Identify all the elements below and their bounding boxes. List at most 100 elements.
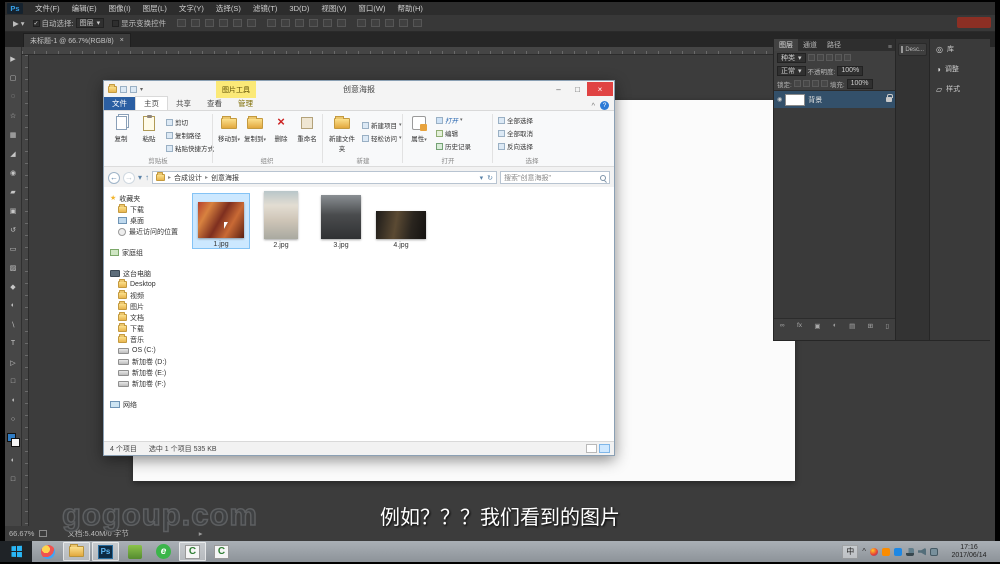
crop-tool[interactable]: ▦ (6, 125, 21, 144)
menu-filter[interactable]: 滤镜(T) (247, 3, 284, 14)
rename-button[interactable]: 重命名 (294, 115, 320, 143)
sidebar-item-network[interactable]: 网络 (104, 399, 192, 410)
taskbar-photoshop[interactable]: Ps (92, 542, 119, 561)
address-dropdown-icon[interactable]: ▾ (480, 174, 484, 182)
layer-row-background[interactable]: ◉ 背景 (774, 91, 895, 108)
taskbar-camtasia-1[interactable]: C (179, 542, 206, 561)
background-color-swatch[interactable] (11, 438, 20, 447)
3d-drag-icon[interactable] (385, 19, 394, 27)
history-brush-tool[interactable]: ↺ (6, 220, 21, 239)
file-item-3[interactable]: 3.jpg (312, 193, 370, 249)
taskbar-file-explorer[interactable] (63, 542, 90, 561)
tray-orange-icon[interactable] (882, 548, 890, 556)
adjustment-layer-icon[interactable]: ◐ (833, 322, 837, 329)
forward-button[interactable]: → (123, 172, 135, 184)
refresh-icon[interactable]: ↻ (487, 174, 493, 182)
lock-transparent-icon[interactable] (794, 80, 801, 87)
opacity-value[interactable]: 100% (837, 66, 863, 76)
zoom-tool[interactable]: ○ (6, 410, 21, 429)
menu-file[interactable]: 文件(F) (29, 3, 66, 14)
layer-mask-icon[interactable]: ▣ (814, 322, 820, 330)
quick-mask-button[interactable]: ◐ (6, 451, 21, 470)
menu-image[interactable]: 图像(I) (103, 3, 137, 14)
filter-smart-icon[interactable] (844, 54, 851, 61)
menu-edit[interactable]: 编辑(E) (66, 3, 103, 14)
styles-panel-button[interactable]: ▱ 样式 (930, 79, 990, 99)
distribute-top-icon[interactable] (267, 19, 276, 27)
clock[interactable]: 17:16 2017/06/14 (942, 544, 996, 560)
workspace-badge[interactable] (957, 17, 991, 28)
sidebar-item-homegroup[interactable]: 家庭组 (104, 247, 192, 258)
collapsed-panel-tab[interactable]: Desc... (898, 43, 927, 56)
3d-scale-icon[interactable] (413, 19, 422, 27)
dodge-tool[interactable]: ◐ (6, 296, 21, 315)
distribute-left-icon[interactable] (309, 19, 318, 27)
menu-window[interactable]: 窗口(W) (352, 3, 391, 14)
copy-button[interactable]: 复制 (108, 115, 134, 143)
document-tab[interactable]: 未标题-1 @ 66.7%(RGB/8) × (23, 33, 131, 47)
invert-selection-button[interactable]: 反向选择 (498, 141, 533, 151)
tab-manage[interactable]: 管理 (230, 97, 261, 110)
sidebar-item-this-pc[interactable]: 这台电脑 (104, 268, 192, 279)
libraries-panel-button[interactable]: ◎ 库 (930, 39, 990, 59)
tab-view[interactable]: 查看 (199, 97, 230, 110)
tab-file[interactable]: 文件 (104, 97, 135, 110)
delete-layer-icon[interactable]: ▯ (885, 322, 889, 330)
select-all-button[interactable]: 全部选择 (498, 115, 533, 125)
panel-menu-icon[interactable]: ≡ (888, 44, 895, 51)
sidebar-item-pictures[interactable]: 图片 (104, 301, 192, 312)
lock-pixels-icon[interactable] (803, 80, 810, 87)
paste-shortcut-button[interactable]: 粘贴快捷方式 (166, 143, 214, 153)
tab-channels[interactable]: 通道 (798, 39, 822, 51)
auto-select-checkbox[interactable]: ✓ (33, 20, 40, 27)
sidebar-item-documents[interactable]: 文档 (104, 312, 192, 323)
show-transform-checkbox[interactable] (112, 20, 119, 27)
thumbnails-view-button[interactable] (599, 444, 610, 453)
sidebar-item-videos[interactable]: 视频 (104, 290, 192, 301)
lock-position-icon[interactable] (812, 80, 819, 87)
network-icon[interactable] (906, 548, 914, 556)
align-left-icon[interactable] (177, 19, 186, 27)
sidebar-item-downloads[interactable]: 下载 (104, 204, 192, 215)
hand-tool[interactable]: ◖ (6, 391, 21, 410)
tab-layers[interactable]: 图层 (774, 39, 798, 51)
help-icon[interactable]: ? (600, 101, 609, 110)
copy-path-button[interactable]: 复制路径 (166, 130, 201, 140)
recent-locations-dropdown-icon[interactable]: ▾ (138, 173, 142, 182)
menu-type[interactable]: 文字(Y) (173, 3, 210, 14)
3d-roll-icon[interactable] (371, 19, 380, 27)
auto-select-dropdown[interactable]: 图层▾ (76, 18, 105, 28)
breadcrumb-folder-1[interactable]: 合成设计 (174, 173, 202, 183)
link-layers-icon[interactable]: ∞ (780, 322, 785, 329)
taskbar-internet-explorer[interactable]: e (150, 542, 177, 561)
paste-button[interactable]: 粘贴 (136, 115, 162, 143)
taskbar-green-app[interactable] (121, 542, 148, 561)
eraser-tool[interactable]: ▭ (6, 239, 21, 258)
blur-tool[interactable]: ◆ (6, 277, 21, 296)
close-button[interactable]: × (587, 82, 613, 96)
tab-share[interactable]: 共享 (168, 97, 199, 110)
move-tool[interactable]: ▶ (6, 49, 21, 68)
sidebar-item-recent-places[interactable]: 最近访问的位置 (104, 226, 192, 237)
lasso-tool[interactable]: ◌ (6, 87, 21, 106)
gradient-tool[interactable]: ▨ (6, 258, 21, 277)
delete-button[interactable]: × 删除 (268, 115, 294, 143)
menu-view[interactable]: 视图(V) (315, 3, 352, 14)
file-item-4[interactable]: 4.jpg (372, 193, 430, 249)
edit-button[interactable]: 编辑 (436, 128, 458, 138)
new-folder-button[interactable]: 新建文件夹 (326, 115, 358, 153)
align-middle-icon[interactable] (233, 19, 242, 27)
align-bottom-icon[interactable] (247, 19, 256, 27)
align-center-h-icon[interactable] (191, 19, 200, 27)
taskbar-camtasia-2[interactable]: C (208, 542, 235, 561)
select-none-button[interactable]: 全部取消 (498, 128, 533, 138)
minimize-button[interactable]: – (549, 82, 568, 96)
quick-select-tool[interactable]: ☆ (6, 106, 21, 125)
file-item-1[interactable]: 1.jpg (192, 193, 250, 249)
lock-all-icon[interactable] (821, 80, 828, 87)
sidebar-item-favorites[interactable]: ★收藏夹 (104, 193, 192, 204)
sidebar-item-desktop[interactable]: 桌面 (104, 215, 192, 226)
layer-group-icon[interactable]: ▤ (849, 322, 855, 330)
new-item-button[interactable]: 新建项目▾ (362, 120, 402, 130)
tab-paths[interactable]: 路径 (822, 39, 846, 51)
